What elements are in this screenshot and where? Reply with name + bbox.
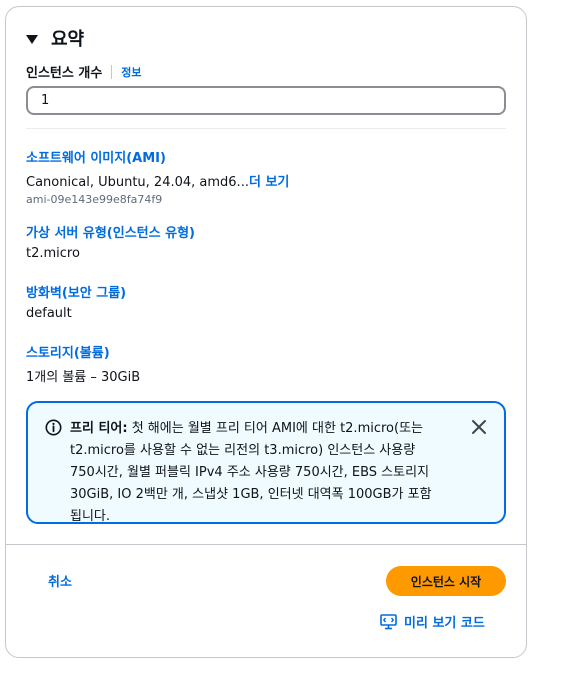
divider (26, 128, 506, 129)
firewall-label[interactable]: 방화벽(보안 그룹) (26, 282, 126, 301)
ami-value: Canonical, Ubuntu, 24.04, amd6... (26, 175, 249, 190)
ami-label[interactable]: 소프트웨어 이미지(AMI) (26, 147, 289, 166)
instance-type-section: 가상 서버 유형(인스턴스 유형) t2.micro (26, 222, 195, 261)
firewall-section: 방화벽(보안 그룹) default (26, 282, 126, 321)
free-tier-message: 프리 티어: 첫 해에는 월별 프리 티어 AMI에 대한 t2.micro(또… (70, 418, 440, 528)
ami-value-row: Canonical, Ubuntu, 24.04, amd6...더 보기 (26, 171, 289, 190)
instance-count-label: 인스턴스 개수 (26, 66, 103, 81)
launch-instance-button[interactable]: 인스턴스 시작 (386, 566, 506, 596)
close-icon[interactable] (471, 419, 487, 435)
preview-code-label: 미리 보기 코드 (404, 616, 485, 631)
summary-title: 요약 (51, 29, 85, 50)
more-link[interactable]: 더 보기 (249, 175, 289, 190)
storage-label[interactable]: 스토리지(볼륨) (26, 342, 140, 361)
free-tier-heading: 프리 티어: (70, 421, 128, 436)
instance-type-label[interactable]: 가상 서버 유형(인스턴스 유형) (26, 222, 195, 241)
ami-id: ami-09e143e99e8fa74f9 (26, 193, 163, 206)
instance-count-input[interactable] (26, 86, 506, 115)
instance-type-value: t2.micro (26, 246, 80, 261)
summary-toggle[interactable]: 요약 (26, 25, 84, 51)
preview-code-link[interactable]: 미리 보기 코드 (380, 612, 485, 631)
ami-section: 소프트웨어 이미지(AMI) Canonical, Ubuntu, 24.04,… (26, 147, 289, 206)
storage-section: 스토리지(볼륨) 1개의 볼륨 – 30GiB (26, 342, 140, 385)
info-icon (45, 419, 62, 436)
free-tier-body: 첫 해에는 월별 프리 티어 AMI에 대한 t2.micro(또는 t2.mi… (70, 421, 432, 524)
footer-divider (6, 544, 526, 545)
firewall-value: default (26, 306, 72, 321)
summary-panel: 요약 인스턴스 개수 정보 소프트웨어 이미지(AMI) Canonical, … (5, 6, 527, 658)
instance-count-label-row: 인스턴스 개수 정보 (26, 62, 142, 81)
cancel-button[interactable]: 취소 (48, 571, 72, 590)
code-preview-icon (380, 613, 397, 629)
info-link[interactable]: 정보 (121, 64, 141, 80)
label-separator (111, 64, 113, 79)
storage-value: 1개의 볼륨 – 30GiB (26, 370, 141, 385)
free-tier-alert: 프리 티어: 첫 해에는 월별 프리 티어 AMI에 대한 t2.micro(또… (26, 401, 506, 524)
caret-down-icon (26, 34, 38, 44)
